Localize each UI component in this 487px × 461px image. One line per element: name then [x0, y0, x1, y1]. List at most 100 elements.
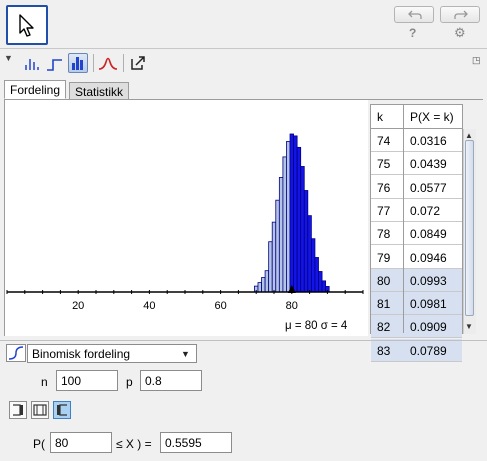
cell-probability: 0.0946: [410, 250, 447, 265]
cell-k: 76: [377, 180, 391, 195]
bar-k-88: [318, 271, 323, 293]
cell-k: 77: [377, 203, 391, 218]
scrollbar-thumb[interactable]: [465, 140, 474, 316]
normal-curve-glyph: [98, 57, 118, 70]
cell-probability: 0.0993: [410, 273, 447, 288]
bar-k-85: [307, 215, 312, 293]
table-row[interactable]: 83 0.0789: [371, 338, 462, 362]
right-sided-icon: [57, 404, 67, 416]
bar-k-81: [293, 135, 298, 293]
table-row[interactable]: 77 0.072: [371, 199, 462, 222]
table-row[interactable]: 78 0.0849: [371, 222, 462, 246]
table-row[interactable]: 82 0.0909: [371, 315, 462, 339]
x-tick-label: 60: [214, 300, 226, 312]
p-label: p: [126, 375, 133, 389]
table-row[interactable]: 81 0.0981: [371, 292, 462, 316]
toolbar-separator: [123, 54, 124, 72]
cell-k: 81: [377, 297, 391, 312]
scroll-up-icon[interactable]: ▲: [465, 131, 473, 140]
cell-k: 83: [377, 343, 391, 358]
cell-probability: 0.0577: [410, 180, 447, 195]
undo-button[interactable]: [394, 6, 434, 23]
view-menu-triangle-icon[interactable]: ▼: [4, 53, 13, 63]
scroll-down-icon[interactable]: ▼: [465, 322, 473, 331]
left-sided-button[interactable]: [9, 401, 27, 419]
prob-operator-label: ≤ X ) =: [116, 437, 152, 451]
bar-k-83: [300, 166, 305, 293]
prob-prefix-label: P(: [33, 437, 45, 451]
export-icon[interactable]: [128, 53, 148, 73]
cell-probability: 0.0439: [410, 157, 447, 172]
distribution-select[interactable]: Binomisk fordeling: [27, 344, 197, 363]
bar-k-87: [314, 257, 319, 293]
step-graph-glyph: [47, 59, 62, 71]
x-tick-label: 20: [72, 300, 84, 312]
cell-probability: 0.0849: [410, 227, 447, 242]
cell-probability: 0.0316: [410, 134, 447, 148]
table-row[interactable]: 75 0.0439: [371, 152, 462, 176]
export-glyph: [131, 56, 145, 70]
bar-k-79: [286, 141, 291, 293]
p-input[interactable]: 0.8: [140, 370, 202, 391]
dock-corner-icon[interactable]: ◳: [472, 55, 481, 66]
table-column-divider: [403, 105, 404, 333]
tab-statistikk[interactable]: Statistikk: [69, 82, 130, 100]
bar-k-75: [271, 221, 277, 293]
cell-k: 80: [377, 273, 391, 288]
histogram-icon[interactable]: [68, 53, 88, 73]
redo-icon: [454, 10, 468, 19]
table-row[interactable]: 74 0.0316: [371, 129, 462, 152]
n-input[interactable]: 100: [56, 370, 118, 391]
x-tick-label: 80: [286, 300, 298, 312]
interval-button[interactable]: [31, 401, 49, 419]
section-divider: [0, 340, 487, 341]
cell-probability: 0.0909: [410, 320, 447, 335]
bar-k-86: [310, 238, 316, 293]
bar-graph-icon[interactable]: [22, 53, 42, 73]
toolbar-separator: [93, 54, 94, 72]
help-icon[interactable]: ?: [409, 26, 421, 40]
mean-sigma-label: μ = 80 σ = 4: [285, 320, 348, 332]
right-sided-button[interactable]: [53, 401, 71, 419]
table-header-p: P(X = k): [410, 110, 454, 124]
normal-curve-icon[interactable]: [98, 53, 118, 73]
cell-k: 74: [377, 134, 391, 148]
cell-probability: 0.072: [410, 203, 441, 218]
bar-k-76: [275, 199, 280, 293]
n-label: n: [41, 375, 48, 389]
bar-k-71: [257, 282, 262, 293]
step-graph-icon[interactable]: [45, 53, 65, 73]
cell-k: 79: [377, 250, 391, 265]
bar-k-82: [296, 146, 302, 293]
bar-k-73: [264, 270, 270, 293]
bar-k-72: [261, 277, 266, 293]
bar-k-80: [289, 133, 294, 293]
cumulative-toggle-icon[interactable]: [6, 344, 26, 362]
move-tool-button[interactable]: [6, 5, 48, 45]
tab-fordeling[interactable]: Fordeling: [4, 80, 67, 99]
table-row[interactable]: 76 0.0577: [371, 176, 462, 199]
probability-result: 0.5595: [160, 432, 232, 453]
bar-k-89: [321, 280, 327, 293]
interval-icon: [33, 404, 47, 416]
cell-probability: 0.0789: [410, 343, 447, 358]
cell-k: 75: [377, 157, 391, 172]
redo-button[interactable]: [440, 6, 480, 23]
bar-k-78: [282, 156, 287, 293]
cell-k: 78: [377, 227, 391, 242]
bar-graph-glyph: [25, 59, 39, 70]
table-row[interactable]: 79 0.0946: [371, 246, 462, 269]
pointer-arrow-icon: [19, 14, 34, 37]
undo-icon: [408, 10, 422, 19]
chevron-down-icon[interactable]: ▼: [181, 349, 190, 359]
bar-k-84: [303, 190, 309, 293]
gear-icon[interactable]: ⚙: [454, 25, 466, 41]
bar-k-77: [278, 177, 284, 293]
lower-bound-input[interactable]: 80: [50, 432, 112, 453]
table-row[interactable]: 80 0.0993: [371, 268, 462, 292]
cumulative-curve-glyph: [8, 346, 24, 360]
bar-k-74: [268, 241, 273, 293]
probability-chart: 20 40 60 80 μ = 80 σ = 4: [6, 133, 364, 332]
table-header-k: k: [377, 110, 383, 124]
histogram-glyph: [72, 57, 83, 70]
